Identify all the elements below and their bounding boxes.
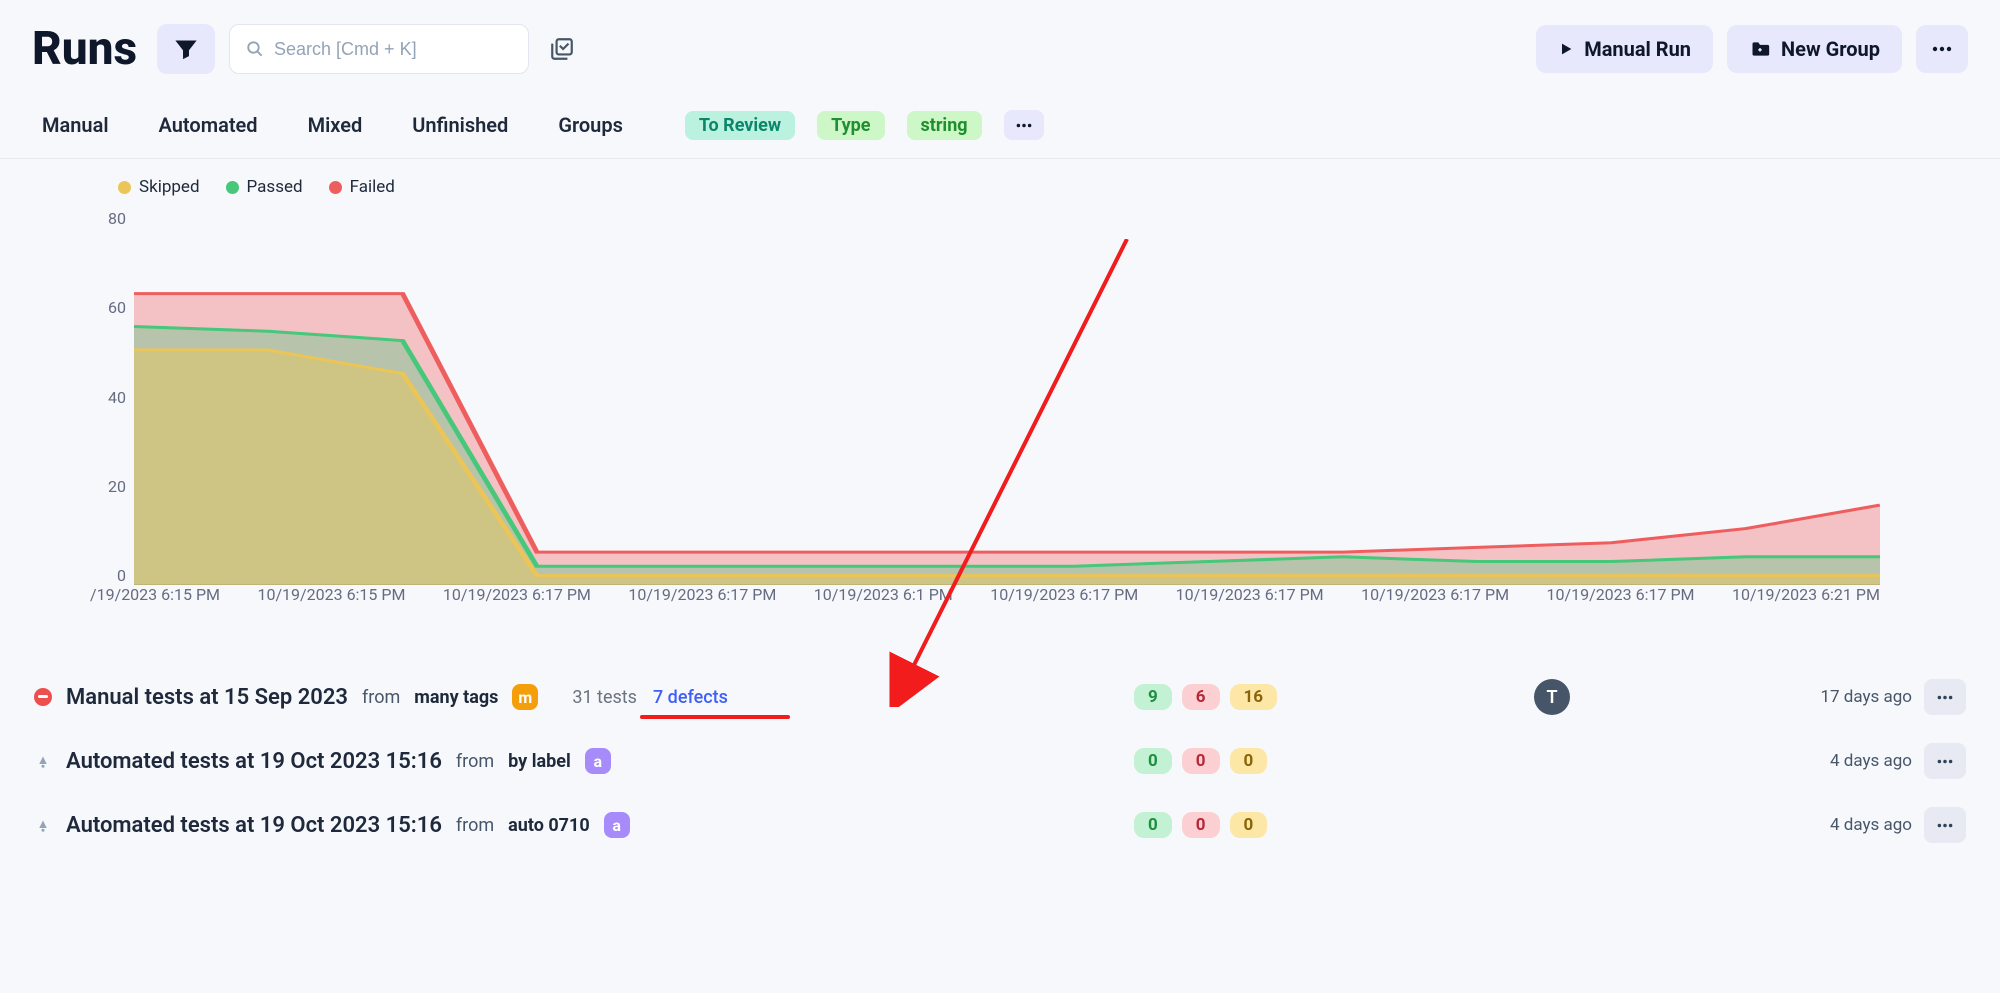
run-time-ago: 4 days ago: [1782, 815, 1912, 835]
run-title: Automated tests at 19 Oct 2023 15:16: [66, 749, 442, 774]
count-passed: 0: [1134, 748, 1172, 774]
dots-icon: [1932, 46, 1952, 52]
tab-groups[interactable]: Groups: [558, 113, 623, 137]
chart-legend: Skipped Passed Failed: [0, 159, 2000, 203]
run-time-ago: 4 days ago: [1782, 751, 1912, 771]
search-input[interactable]: [274, 39, 512, 60]
manual-run-label: Manual Run: [1584, 37, 1691, 61]
count-failed: 6: [1182, 684, 1220, 710]
bulk-select-button[interactable]: [543, 30, 581, 68]
count-passed: 0: [1134, 812, 1172, 838]
filter-button[interactable]: [157, 24, 215, 74]
status-auto-icon: [34, 752, 52, 770]
count-passed: 9: [1134, 684, 1172, 710]
chart-y-axis: 806040200: [90, 209, 126, 585]
filter-pill-to-review[interactable]: To Review: [685, 111, 795, 140]
tab-automated[interactable]: Automated: [159, 113, 258, 137]
run-more-button[interactable]: [1924, 679, 1966, 715]
dots-icon: [1016, 123, 1032, 128]
run-from-label: from: [362, 687, 400, 708]
new-group-button[interactable]: New Group: [1727, 25, 1902, 73]
legend-item: Skipped: [118, 177, 200, 197]
run-time-ago: 17 days ago: [1782, 687, 1912, 707]
legend-item: Failed: [329, 177, 395, 197]
run-counts: 0 0 0: [1134, 812, 1267, 838]
chart-area: 806040200 /19/2023 6:15 PM10/19/2023 6:1…: [90, 209, 1880, 629]
count-failed: 0: [1182, 748, 1220, 774]
count-skipped: 0: [1230, 748, 1268, 774]
run-more-button[interactable]: [1924, 743, 1966, 779]
run-row[interactable]: Automated tests at 19 Oct 2023 15:16 fro…: [34, 793, 1966, 857]
run-counts: 0 0 0: [1134, 748, 1267, 774]
run-row[interactable]: Manual tests at 15 Sep 2023 from many ta…: [34, 665, 1966, 729]
run-more-button[interactable]: [1924, 807, 1966, 843]
run-title: Manual tests at 15 Sep 2023: [66, 685, 348, 710]
defects-link[interactable]: 7 defects: [653, 687, 728, 708]
manual-run-button[interactable]: Manual Run: [1536, 25, 1713, 73]
run-tag-badge: a: [604, 812, 630, 838]
filter-pill-string[interactable]: string: [907, 111, 982, 140]
annotation-underline: [640, 715, 790, 719]
user-avatar[interactable]: T: [1534, 679, 1570, 715]
run-from-value: auto 0710: [508, 815, 590, 836]
tests-count: 31 tests: [572, 687, 637, 708]
count-failed: 0: [1182, 812, 1220, 838]
run-from-label: from: [456, 751, 494, 772]
run-tag-badge: m: [512, 684, 538, 710]
run-row[interactable]: Automated tests at 19 Oct 2023 15:16 fro…: [34, 729, 1966, 793]
count-skipped: 0: [1230, 812, 1268, 838]
filter-icon: [175, 38, 197, 60]
checklist-icon: [549, 36, 575, 62]
filters-more-button[interactable]: [1004, 110, 1044, 140]
status-failed-icon: [34, 688, 52, 706]
count-skipped: 16: [1230, 684, 1278, 710]
legend-item: Passed: [226, 177, 303, 197]
play-icon: [1558, 41, 1574, 57]
tab-mixed[interactable]: Mixed: [308, 113, 363, 137]
status-auto-icon: [34, 816, 52, 834]
tab-manual[interactable]: Manual: [42, 113, 109, 137]
run-from-value: by label: [508, 751, 571, 772]
run-tag-badge: a: [585, 748, 611, 774]
run-from-value: many tags: [414, 687, 498, 708]
filter-pill-type[interactable]: Type: [817, 111, 884, 140]
folder-plus-icon: [1749, 39, 1771, 59]
header-more-button[interactable]: [1916, 25, 1968, 73]
page-title: Runs: [32, 22, 137, 76]
search-box[interactable]: [229, 24, 529, 74]
chart-x-axis: /19/2023 6:15 PM10/19/2023 6:15 PM10/19/…: [90, 585, 1880, 629]
search-icon: [246, 39, 264, 59]
tab-unfinished[interactable]: Unfinished: [412, 113, 508, 137]
run-from-label: from: [456, 815, 494, 836]
chart-plot: [134, 209, 1880, 585]
new-group-label: New Group: [1781, 37, 1880, 61]
run-counts: 9 6 16: [1134, 684, 1277, 710]
run-title: Automated tests at 19 Oct 2023 15:16: [66, 813, 442, 838]
